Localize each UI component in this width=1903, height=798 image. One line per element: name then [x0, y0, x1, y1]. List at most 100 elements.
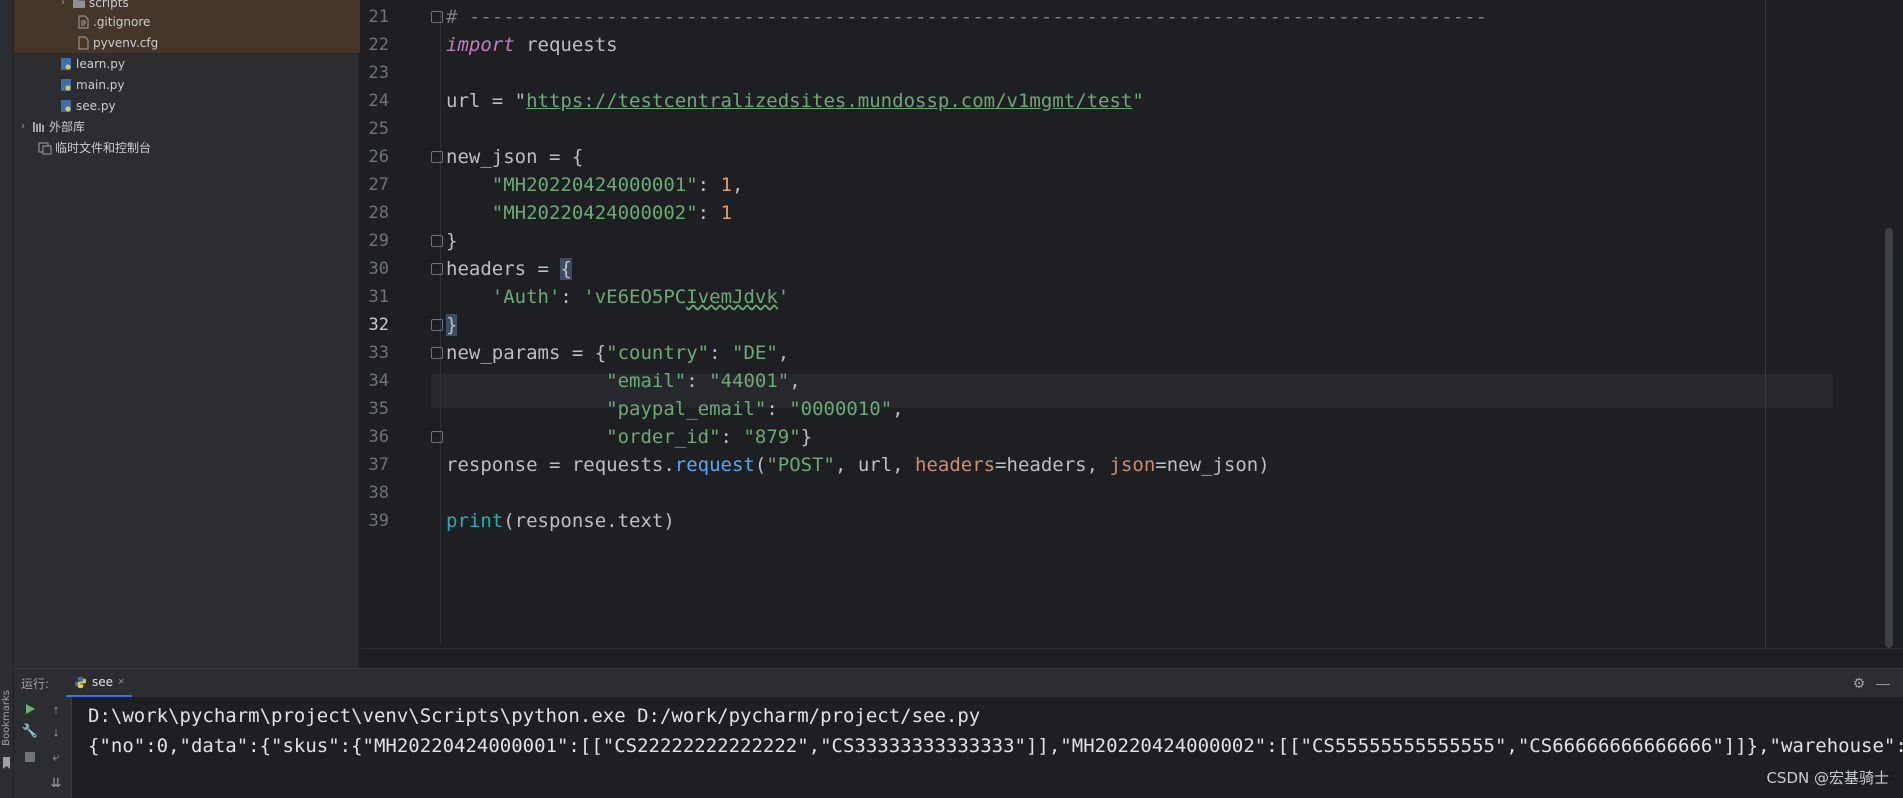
watermark: CSDN @宏基骑士: [1766, 769, 1889, 787]
run-panel-label: 运行:: [21, 677, 50, 691]
tree-item-external-libraries[interactable]: › 外部库: [14, 116, 360, 137]
edit-configuration-button[interactable]: 🔧: [20, 721, 40, 741]
run-panel-header: 运行: see × ⚙ —: [14, 669, 1903, 697]
code-text: response = requests.: [446, 454, 675, 476]
tree-item-label: main.py: [76, 77, 125, 92]
run-panel: 运行: see × ⚙ — ↑ 🔧 ↓ ⤶ ⇊ D:\work\pycharm\…: [14, 668, 1903, 798]
code-text: ,: [789, 370, 801, 392]
code-line-37: response = requests.request("POST", url,…: [446, 448, 1270, 482]
tree-item-scratches[interactable]: 临时文件和控制台: [14, 137, 360, 158]
config-file-icon: [78, 36, 89, 49]
rerun-button[interactable]: [20, 699, 40, 719]
run-tab-see[interactable]: see ×: [66, 669, 133, 697]
code-text: url = ": [446, 90, 527, 112]
chevron-right-icon[interactable]: ›: [58, 0, 68, 8]
url-link[interactable]: https://testcentralizedsites.mundossp.co…: [526, 90, 1132, 112]
code-text: }: [800, 426, 813, 448]
typo-highlight: IvemJdvk: [686, 286, 778, 308]
run-toolbar: ↑ 🔧 ↓ ⤶ ⇊: [14, 697, 72, 798]
tree-item-label: 临时文件和控制台: [55, 141, 152, 155]
keyword-import: import: [446, 34, 515, 56]
tree-item-label: scripts: [89, 0, 129, 10]
folder-icon: [73, 0, 85, 8]
tree-item-label: see.py: [76, 98, 116, 113]
editor-scrollbar[interactable]: [1885, 228, 1893, 648]
tree-item-gitignore[interactable]: .gitignore: [14, 11, 360, 32]
python-file-icon: [61, 99, 71, 112]
string-value: "POST": [766, 454, 835, 476]
string-value: "44001": [709, 370, 790, 392]
code-text: headers =: [446, 258, 561, 280]
string-key: "email": [606, 370, 687, 392]
code-text: :: [560, 286, 584, 308]
string-value: "879": [743, 426, 801, 448]
string-key: "country": [606, 342, 710, 364]
project-tree: › scripts .gitignore pyvenv.cfg learn.py…: [14, 0, 360, 668]
code-text: :: [720, 426, 744, 448]
code-text: :: [709, 342, 732, 364]
number-value: 1: [720, 202, 733, 224]
tree-item-label: .gitignore: [93, 14, 151, 29]
minimize-icon[interactable]: —: [1875, 675, 1891, 691]
tree-item-learn-py[interactable]: learn.py: [14, 53, 360, 74]
text-file-icon: [78, 15, 89, 28]
console-line: D:\work\pycharm\project\venv\Scripts\pyt…: [88, 705, 981, 727]
matched-brace: }: [446, 314, 458, 336]
keyword-argument: json: [1109, 454, 1156, 476]
code-text: (: [754, 454, 767, 476]
chevron-right-icon[interactable]: ›: [18, 121, 28, 132]
gear-icon[interactable]: ⚙: [1851, 675, 1867, 691]
string-key: 'Auth': [491, 286, 561, 308]
code-text: ,: [892, 398, 904, 420]
editor-bottom-bar: [361, 648, 1903, 668]
tree-item-main-py[interactable]: main.py: [14, 74, 360, 95]
bookmark-icon[interactable]: [2, 757, 11, 769]
code-line-22: import requests: [446, 28, 618, 62]
string-key: "MH20220424000002": [491, 202, 698, 224]
line-number: 39: [368, 511, 389, 531]
string-value: 'vE6EO5PC: [583, 286, 687, 308]
code-area[interactable]: # --------------------------------------…: [431, 0, 1903, 648]
stop-icon: [25, 752, 35, 762]
arrow-up-icon: ↑: [52, 701, 60, 717]
builtin-function: print: [446, 510, 504, 532]
close-icon[interactable]: ×: [118, 676, 124, 688]
code-text: ,: [777, 342, 790, 364]
scroll-to-end-button[interactable]: ⇊: [46, 773, 66, 793]
python-file-icon: [61, 78, 71, 91]
code-line-31: 'Auth': 'vE6EO5PCIvemJdvk': [446, 280, 789, 314]
string-value: "0000010": [789, 398, 893, 420]
string-value: "DE": [732, 342, 778, 364]
code-line-28: "MH20220424000002": 1: [446, 196, 732, 230]
code-line-39: print(response.text): [446, 504, 675, 538]
scroll-end-icon: ⇊: [50, 775, 62, 790]
arrow-down-icon: ↓: [52, 723, 60, 739]
scroll-down-button[interactable]: ↓: [46, 721, 66, 741]
code-editor[interactable]: 21 22 23 24 25 26 27 28 29 30 31 32 33 3…: [361, 0, 1903, 668]
code-text: :: [697, 202, 721, 224]
wrench-icon: 🔧: [21, 723, 39, 738]
tree-item-label: pyvenv.cfg: [93, 35, 159, 50]
console-output[interactable]: D:\work\pycharm\project\venv\Scripts\pyt…: [72, 697, 1903, 798]
code-text: , url,: [834, 454, 916, 476]
left-tool-strip: Bookmarks: [0, 0, 14, 798]
code-text: =headers,: [995, 454, 1110, 476]
string-value: ': [777, 286, 790, 308]
string-key: "MH20220424000001": [491, 174, 698, 196]
code-text: :: [686, 370, 710, 392]
keyword-argument: headers: [915, 454, 996, 476]
tree-item-see-py[interactable]: see.py: [14, 95, 360, 116]
tree-item-label: learn.py: [76, 56, 125, 71]
run-tab-label: see: [92, 675, 114, 689]
code-text: ": [1132, 90, 1144, 112]
number-value: 1: [720, 174, 733, 196]
soft-wrap-button[interactable]: ⤶: [46, 747, 66, 767]
code-text: =new_json): [1155, 454, 1270, 476]
scroll-up-button[interactable]: ↑: [46, 699, 66, 719]
function-name: request: [674, 454, 755, 476]
bookmarks-tab[interactable]: Bookmarks: [1, 690, 13, 746]
code-line-24: url = "https://testcentralizedsites.mund…: [446, 84, 1144, 118]
tree-item-pyvenv[interactable]: pyvenv.cfg: [14, 32, 360, 53]
stop-button[interactable]: [20, 747, 40, 767]
python-icon: [74, 676, 87, 688]
